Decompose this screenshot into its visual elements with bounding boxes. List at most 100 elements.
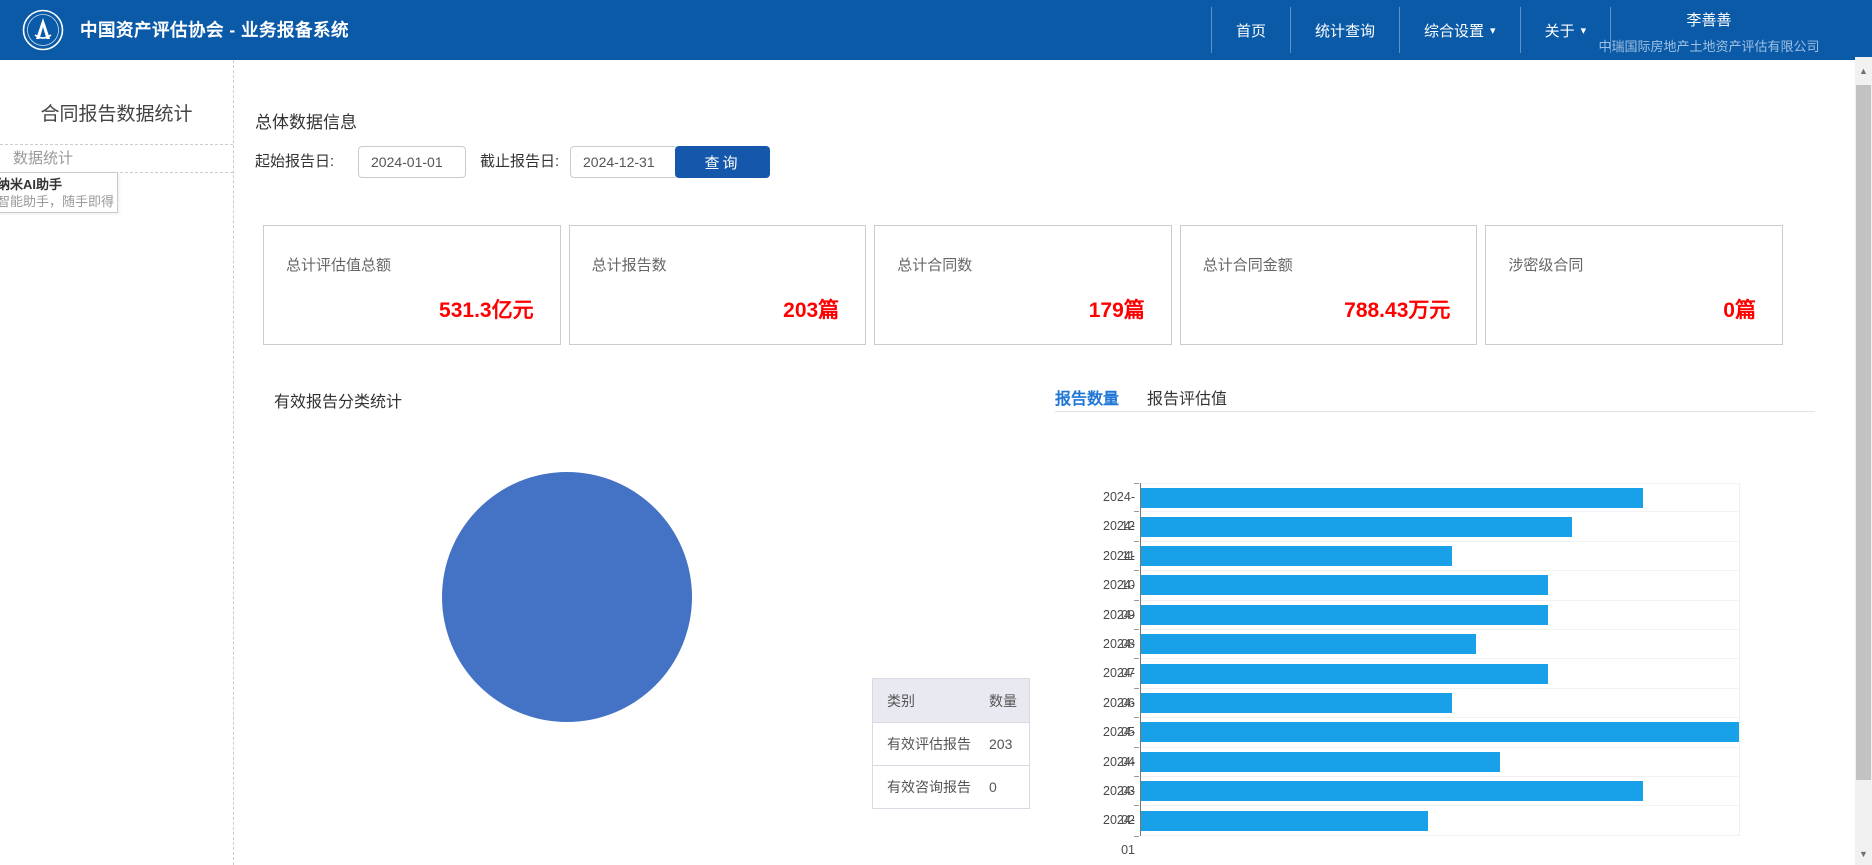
sidebar-title: 合同报告数据统计	[0, 60, 233, 145]
nav-item-home[interactable]: 首页	[1211, 7, 1290, 53]
stat-card-label: 涉密级合同	[1508, 254, 1583, 275]
bar-category-label: 2024-04	[1091, 718, 1135, 747]
tabs-divider	[1055, 411, 1815, 412]
nav-item-label: 综合设置	[1424, 20, 1484, 41]
stat-card-classified-contracts: 涉密级合同 0篇	[1485, 225, 1783, 345]
bar-category-label: 2024-07	[1091, 630, 1135, 659]
bar	[1141, 752, 1500, 772]
nav-item-label: 首页	[1236, 20, 1266, 41]
association-logo-icon	[22, 9, 64, 51]
stat-card-label: 总计合同金额	[1203, 254, 1293, 275]
stat-card-label: 总计报告数	[592, 254, 667, 275]
tab-report-count[interactable]: 报告数量	[1055, 385, 1119, 409]
stat-card-total-contract-amount: 总计合同金额 788.43万元	[1180, 225, 1478, 345]
query-button[interactable]: 查询	[675, 146, 770, 178]
bar-chart-axis-labels: 2024-122024-112024-102024-092024-082024-…	[1091, 483, 1135, 836]
bar-row	[1141, 601, 1739, 630]
end-date-label: 截止报告日:	[480, 146, 559, 178]
bar-chart-plot	[1140, 483, 1740, 836]
bar-row	[1141, 777, 1739, 806]
ai-assistant-popup[interactable]: 纳米AI助手 智能助手，随手即得	[0, 172, 118, 213]
stat-card-value: 0篇	[1723, 294, 1756, 324]
bar-row	[1141, 806, 1739, 835]
bar	[1141, 488, 1643, 508]
scroll-up-icon[interactable]: ▲	[1855, 63, 1872, 80]
user-name: 李善善	[1589, 9, 1829, 30]
bar	[1141, 517, 1572, 537]
bar-row	[1141, 630, 1739, 659]
tab-report-appraisal-value[interactable]: 报告评估值	[1147, 385, 1227, 409]
chart-tabs: 报告数量 报告评估值	[1055, 385, 1227, 409]
stat-card-total-contracts: 总计合同数 179篇	[874, 225, 1172, 345]
table-header-count: 数量	[989, 691, 1029, 711]
table-row: 有效评估报告 203	[873, 723, 1029, 766]
ai-assistant-subtitle: 智能助手，随手即得	[0, 193, 111, 210]
bar-row	[1141, 483, 1739, 512]
bar-row	[1141, 689, 1739, 718]
pie-chart	[442, 472, 692, 722]
start-date-label: 起始报告日:	[255, 146, 334, 178]
ai-assistant-title: 纳米AI助手	[0, 176, 111, 193]
chevron-down-icon: ▾	[1581, 24, 1587, 37]
user-company: 中瑞国际房地产土地资产评估有限公司	[1589, 36, 1829, 55]
bar	[1141, 546, 1452, 566]
stat-card-value: 203篇	[783, 294, 839, 324]
scrollbar-thumb[interactable]	[1856, 85, 1871, 780]
bar-row	[1141, 748, 1739, 777]
stat-card-value: 788.43万元	[1344, 294, 1450, 324]
bar-category-label: 2024-03	[1091, 748, 1135, 777]
sidebar: 合同报告数据统计 数据统计 纳米AI助手 智能助手，随手即得	[0, 60, 234, 865]
overview-section-title: 总体数据信息	[255, 108, 357, 133]
bar-row	[1141, 659, 1739, 688]
chevron-down-icon: ▾	[1490, 24, 1496, 37]
bar	[1141, 722, 1739, 742]
bar-category-label: 2024-10	[1091, 542, 1135, 571]
report-category-table: 类别 数量 有效评估报告 203 有效咨询报告 0	[872, 678, 1030, 809]
bar-category-label: 2024-11	[1091, 512, 1135, 541]
user-info[interactable]: 李善善 中瑞国际房地产土地资产评估有限公司	[1589, 0, 1829, 60]
stat-card-total-reports: 总计报告数 203篇	[569, 225, 867, 345]
stat-card-label: 总计合同数	[897, 254, 972, 275]
bar-row	[1141, 512, 1739, 541]
bar	[1141, 811, 1428, 831]
table-cell-category: 有效评估报告	[873, 734, 989, 754]
bar	[1141, 693, 1452, 713]
top-navbar: 中国资产评估协会 - 业务报备系统 首页 统计查询 综合设置 ▾ 关于 ▾ 李善…	[0, 0, 1872, 60]
bar-category-label: 2024-05	[1091, 689, 1135, 718]
table-header-row: 类别 数量	[873, 679, 1029, 723]
page: 中国资产评估协会 - 业务报备系统 首页 统计查询 综合设置 ▾ 关于 ▾ 李善…	[0, 0, 1872, 865]
stat-card-value: 531.3亿元	[439, 294, 534, 324]
scroll-down-icon[interactable]: ▼	[1855, 846, 1872, 863]
table-header-category: 类别	[873, 691, 989, 711]
bar	[1141, 575, 1548, 595]
nav-item-label: 统计查询	[1315, 20, 1375, 41]
vertical-scrollbar[interactable]: ▲ ▼	[1855, 57, 1872, 865]
bar-category-label: 2024-12	[1091, 483, 1135, 512]
end-date-input[interactable]	[570, 146, 678, 178]
table-cell-count: 203	[989, 736, 1029, 752]
table-cell-count: 0	[989, 779, 1029, 795]
stat-card-label: 总计评估值总额	[286, 254, 391, 275]
table-row: 有效咨询报告 0	[873, 766, 1029, 809]
nav-item-settings-dropdown[interactable]: 综合设置 ▾	[1399, 7, 1520, 53]
bar-category-label: 2024-06	[1091, 659, 1135, 688]
stat-cards: 总计评估值总额 531.3亿元 总计报告数 203篇 总计合同数 179篇 总计…	[263, 225, 1783, 345]
bar-row	[1141, 718, 1739, 747]
bar-category-label: 2024-02	[1091, 777, 1135, 806]
stat-card-value: 179篇	[1089, 294, 1145, 324]
bar-category-label: 2024-09	[1091, 571, 1135, 600]
pie-section-title: 有效报告分类统计	[274, 388, 402, 412]
bar	[1141, 781, 1643, 801]
bar	[1141, 634, 1476, 654]
sidebar-item-data-statistics[interactable]: 数据统计	[0, 145, 233, 173]
nav-menu: 首页 统计查询 综合设置 ▾ 关于 ▾	[1211, 7, 1611, 53]
stat-card-total-appraisal-value: 总计评估值总额 531.3亿元	[263, 225, 561, 345]
start-date-input[interactable]	[358, 146, 466, 178]
nav-item-label: 关于	[1545, 20, 1575, 41]
table-cell-category: 有效咨询报告	[873, 777, 989, 797]
bar-category-label: 2024-01	[1091, 806, 1135, 835]
bar	[1141, 605, 1548, 625]
bar-row	[1141, 542, 1739, 571]
bar-row	[1141, 571, 1739, 600]
nav-item-statistics-query[interactable]: 统计查询	[1290, 7, 1399, 53]
